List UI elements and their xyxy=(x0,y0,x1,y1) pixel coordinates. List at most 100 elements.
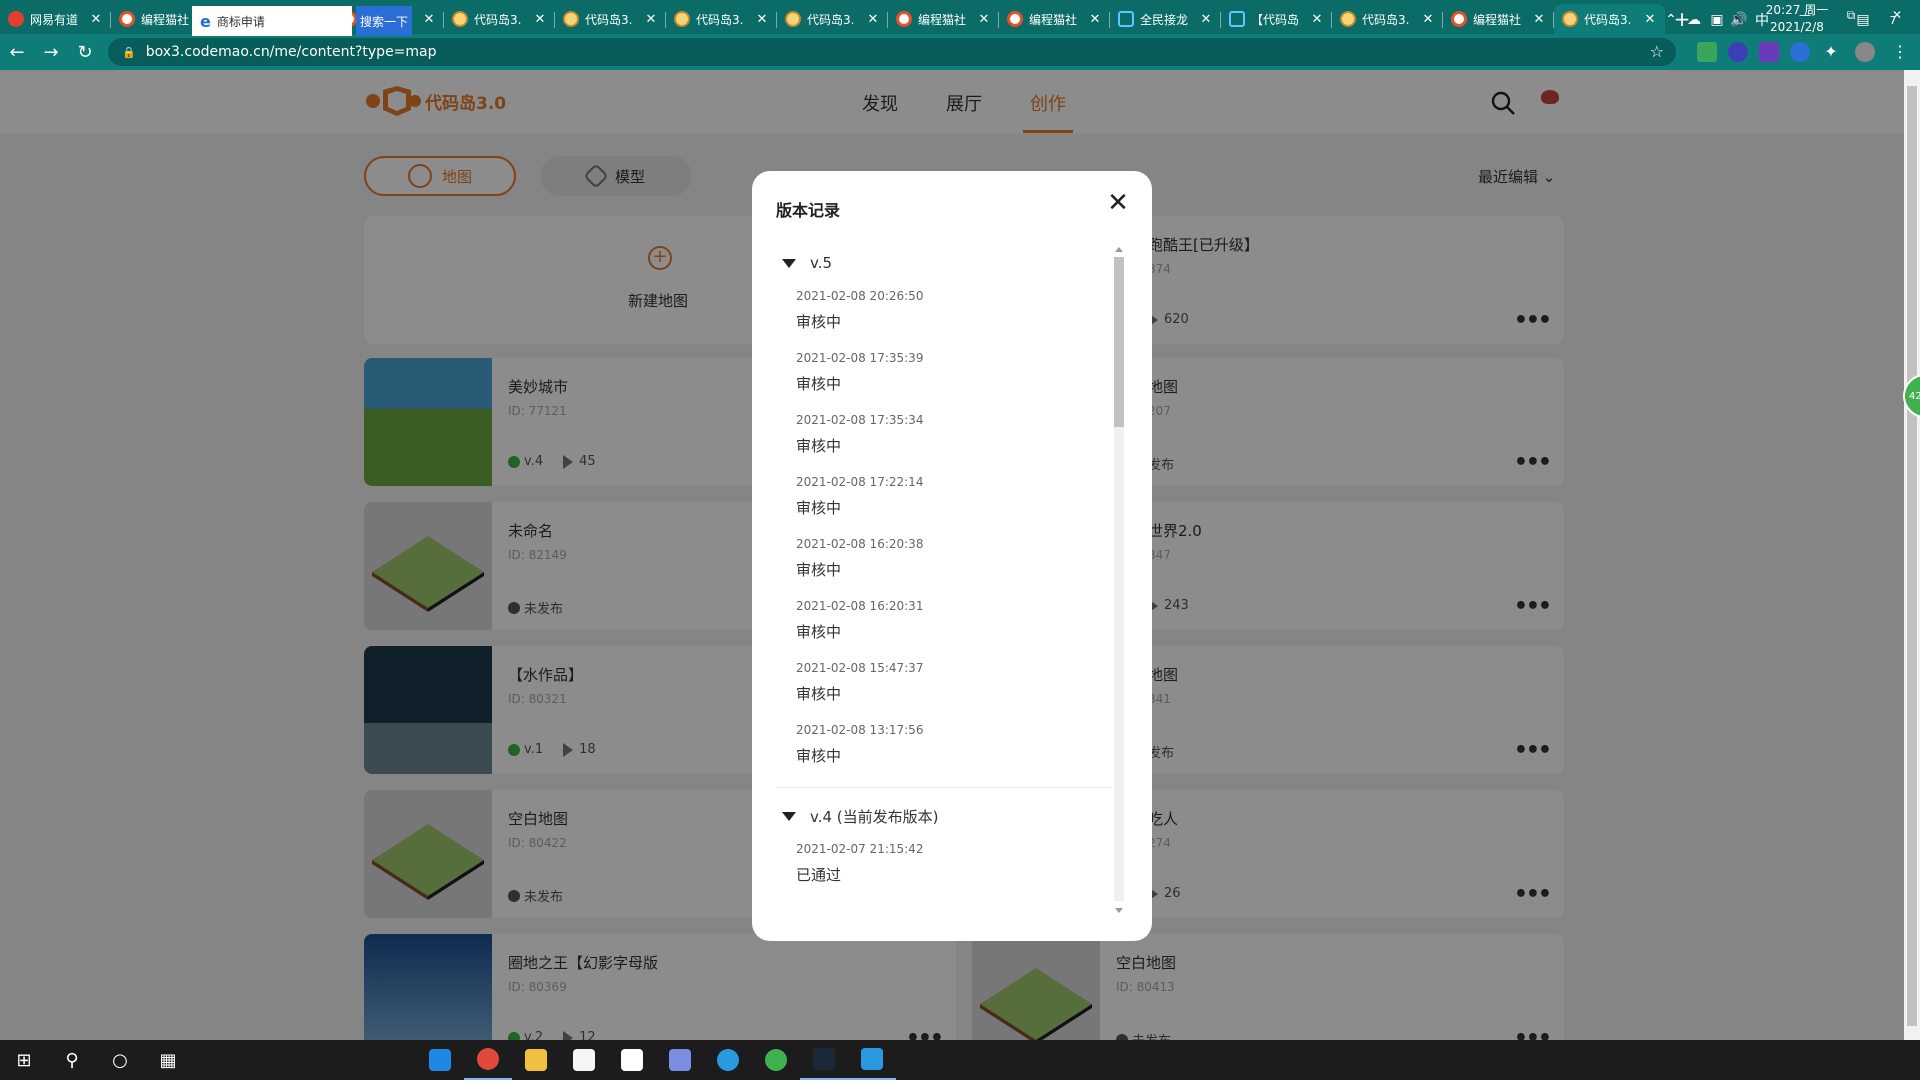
app-green-icon[interactable] xyxy=(752,1040,800,1080)
version-entry[interactable]: 2021-02-08 16:20:38 审核中 xyxy=(776,531,1112,593)
volume-icon[interactable]: 🔊 xyxy=(1728,12,1750,28)
version-timestamp: 2021-02-08 15:47:37 xyxy=(796,661,924,675)
forward-icon[interactable]: → xyxy=(34,37,68,67)
browser-tab[interactable]: 网易有道 ✕ xyxy=(0,4,111,34)
browser-tab[interactable]: 代码岛3. ✕ xyxy=(444,4,555,34)
version-entry[interactable]: 2021-02-07 21:15:42 已通过 xyxy=(776,836,1112,898)
steam-icon-glyph xyxy=(813,1048,835,1070)
hex-favicon-icon xyxy=(1562,11,1578,27)
scroll-thumb[interactable] xyxy=(1114,257,1124,427)
version-timestamp: 2021-02-08 16:20:38 xyxy=(796,537,924,551)
review-status: 审核中 xyxy=(796,747,842,765)
version-entry[interactable]: 2021-02-08 17:22:14 审核中 xyxy=(776,469,1112,531)
chevron-up-icon[interactable]: ⌃ xyxy=(1660,12,1682,28)
notepad-icon[interactable] xyxy=(608,1040,656,1080)
close-tab-icon[interactable]: ✕ xyxy=(755,12,769,27)
version-entry[interactable]: 2021-02-08 13:17:56 审核中 xyxy=(776,717,1112,779)
tab-title: 代码岛3. xyxy=(474,12,522,27)
extension-icon[interactable] xyxy=(1697,42,1717,62)
dialog-scrollbar[interactable] xyxy=(1112,243,1126,915)
extension-icon[interactable] xyxy=(1728,42,1748,62)
browser-tab[interactable]: 代码岛3. ✕ xyxy=(1332,4,1443,34)
close-tab-icon[interactable]: ✕ xyxy=(1421,12,1435,27)
store-icon[interactable] xyxy=(560,1040,608,1080)
page-scrollbar[interactable] xyxy=(1904,70,1920,1040)
version-timestamp: 2021-02-07 21:15:42 xyxy=(796,842,924,856)
browser-tab[interactable]: 代码岛3. ✕ xyxy=(1554,4,1665,34)
browser-tab[interactable]: 代码岛3. ✕ xyxy=(666,4,777,34)
chrome-icon[interactable] xyxy=(464,1040,512,1080)
notification-icon[interactable]: ▤ xyxy=(1848,12,1878,28)
file-explorer-icon[interactable] xyxy=(512,1040,560,1080)
close-tab-icon[interactable]: ✕ xyxy=(422,12,436,27)
close-tab-icon[interactable]: ✕ xyxy=(89,12,103,27)
extension-icon[interactable] xyxy=(1759,42,1779,62)
network-icon[interactable]: ▣ xyxy=(1706,12,1728,28)
browser-tab[interactable]: 全民接龙 ✕ xyxy=(1110,4,1221,34)
close-tab-icon[interactable]: ✕ xyxy=(977,12,991,27)
menu-kebab-icon[interactable]: ⋮ xyxy=(1890,42,1910,62)
edge-icon[interactable] xyxy=(704,1040,752,1080)
close-tab-icon[interactable]: ✕ xyxy=(1310,12,1324,27)
version-entry[interactable]: 2021-02-08 16:20:31 审核中 xyxy=(776,593,1112,655)
browser-tab[interactable]: 【代码岛 ✕ xyxy=(1221,4,1332,34)
reload-icon[interactable]: ↻ xyxy=(68,37,102,67)
search-icon[interactable]: ⚲ xyxy=(48,1040,96,1080)
app-bird-icon-glyph xyxy=(669,1049,691,1071)
tab-title: 编程猫社 xyxy=(918,12,967,27)
url-field[interactable]: 🔒 box3.codemao.cn/me/content?type=map ☆ xyxy=(108,38,1676,66)
tab-title: 网易有道 xyxy=(30,12,79,27)
app-bird-icon[interactable] xyxy=(656,1040,704,1080)
browser-tab[interactable]: 编程猫社 ✕ xyxy=(1443,4,1554,34)
extension-icon[interactable] xyxy=(1790,42,1810,62)
version-entry[interactable]: 2021-02-08 17:35:39 审核中 xyxy=(776,345,1112,407)
game-controller-icon[interactable] xyxy=(848,1040,896,1080)
cat-favicon-icon xyxy=(1451,11,1467,27)
tab-title: 全民接龙 xyxy=(1140,12,1189,27)
browser-tab[interactable]: 代码岛3. ✕ xyxy=(555,4,666,34)
close-tab-icon[interactable]: ✕ xyxy=(644,12,658,27)
action-center-badge[interactable]: 7 xyxy=(1878,14,1908,27)
cloud-icon[interactable]: ☁ xyxy=(1682,12,1706,28)
scroll-down-icon[interactable] xyxy=(1115,908,1123,913)
review-status: 已通过 xyxy=(796,866,842,884)
back-icon[interactable]: ← xyxy=(0,37,34,67)
close-tab-icon[interactable]: ✕ xyxy=(1643,12,1657,27)
version-entry[interactable]: 2021-02-08 17:35:34 审核中 xyxy=(776,407,1112,469)
tab-title: 代码岛3. xyxy=(1362,12,1410,27)
version-timestamp: 2021-02-08 17:35:39 xyxy=(796,351,924,365)
close-tab-icon[interactable]: ✕ xyxy=(1532,12,1546,27)
mail-icon[interactable] xyxy=(416,1040,464,1080)
close-tab-icon[interactable]: ✕ xyxy=(1199,12,1213,27)
browser-tab[interactable]: 代码岛3. ✕ xyxy=(777,4,888,34)
steam-icon[interactable] xyxy=(800,1040,848,1080)
version-entry[interactable]: 2021-02-08 20:26:50 审核中 xyxy=(776,283,1112,345)
task-view-icon[interactable]: ▦ xyxy=(144,1040,192,1080)
version-group-header[interactable]: v.4 (当前发布版本) xyxy=(776,796,1112,836)
notification-area: ▤ 7 xyxy=(1848,0,1908,40)
version-entry[interactable]: 2021-02-08 15:47:37 审核中 xyxy=(776,655,1112,717)
close-tab-icon[interactable]: ✕ xyxy=(1088,12,1102,27)
close-tab-icon[interactable]: ✕ xyxy=(533,12,547,27)
url-text: box3.codemao.cn/me/content?type=map xyxy=(145,44,437,60)
version-group-header[interactable]: v.5 xyxy=(776,243,1112,283)
close-icon[interactable]: ✕ xyxy=(1104,189,1132,217)
bookmark-star-icon[interactable]: ☆ xyxy=(1650,42,1664,61)
close-tab-icon[interactable]: ✕ xyxy=(866,12,880,27)
profile-avatar[interactable] xyxy=(1855,42,1875,62)
version-list[interactable]: v.5 2021-02-08 20:26:50 审核中 2021-02-08 17:3… xyxy=(776,243,1112,915)
scroll-up-icon[interactable] xyxy=(1115,247,1123,252)
windows-start-icon[interactable]: ⊞ xyxy=(0,1040,48,1080)
review-status: 审核中 xyxy=(796,561,842,579)
tab-title: 代码岛3. xyxy=(696,12,744,27)
cortana-icon[interactable]: ○ xyxy=(96,1040,144,1080)
taskbar-search-button[interactable]: 搜索一下 xyxy=(356,6,412,36)
puzzle-icon[interactable]: ✦ xyxy=(1821,42,1841,62)
hex-favicon-icon xyxy=(674,11,690,27)
page-scrollbar-thumb[interactable] xyxy=(1907,86,1917,1026)
taskbar-search-input[interactable]: e 商标申请 xyxy=(192,6,352,36)
browser-tab[interactable]: 编程猫社 ✕ xyxy=(888,4,999,34)
browser-tab[interactable]: 编程猫社 ✕ xyxy=(999,4,1110,34)
clock[interactable]: 20:27 周一 2021/2/8 xyxy=(1752,2,1842,36)
review-status: 审核中 xyxy=(796,623,842,641)
